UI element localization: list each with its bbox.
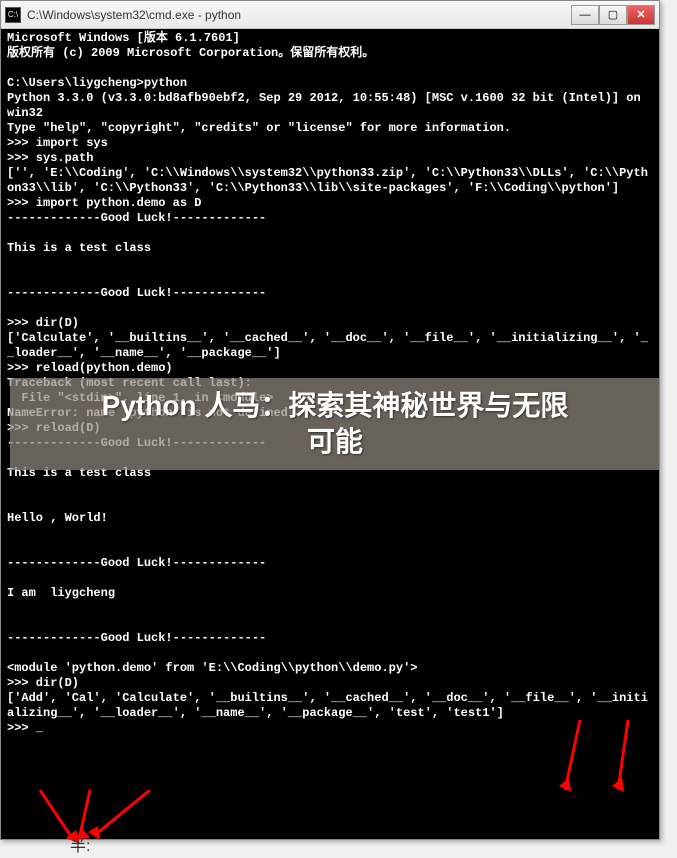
restore-button[interactable]: ▢ [599,5,627,25]
window-titlebar[interactable]: C:\ C:\Windows\system32\cmd.exe - python… [1,1,659,29]
caption-text: 半: [70,832,90,856]
window-buttons: — ▢ ✕ [571,5,655,25]
close-button[interactable]: ✕ [627,5,655,25]
article-title-overlay: Python 人马：探索其神秘世界与无限 可能 [10,378,660,470]
overlay-line1: Python 人马：探索其神秘世界与无限 [30,388,640,424]
cmd-icon: C:\ [5,7,21,23]
overlay-line2: 可能 [30,424,640,460]
minimize-button[interactable]: — [571,5,599,25]
window-title: C:\Windows\system32\cmd.exe - python [27,8,571,22]
